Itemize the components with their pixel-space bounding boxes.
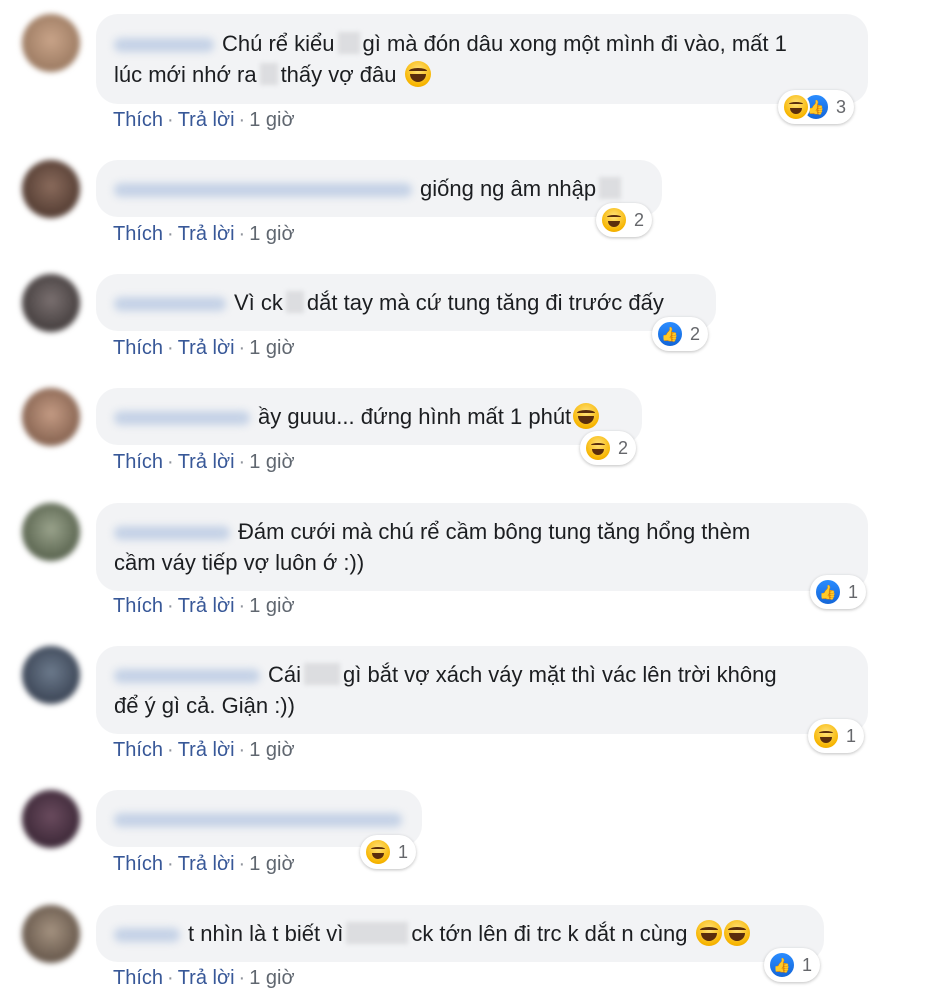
haha-icon [782,93,810,121]
reaction-summary[interactable]: 👍 2 [652,317,709,351]
timestamp[interactable]: 1 giờ [249,967,294,989]
reaction-summary[interactable]: 2 [580,431,637,465]
reply-link[interactable]: Trả lời [178,739,235,761]
timestamp[interactable]: 1 giờ [249,223,294,245]
comment-bubble: Vì ck dắt tay mà cứ tung tăng đi trước đấ… [96,274,716,331]
comment-text-line2: cầm váy tiếp vợ luôn ớ :)) [114,550,365,575]
reaction-count: 1 [398,841,409,862]
reply-link[interactable]: Trả lời [178,853,235,875]
timestamp[interactable]: 1 giờ [249,337,294,359]
timestamp[interactable]: 1 giờ [249,739,294,761]
reaction-summary[interactable]: 👍 3 [778,90,855,124]
reaction-count: 1 [802,954,813,975]
reply-link[interactable]: Trả lời [178,337,235,359]
timestamp[interactable]: 1 giờ [249,451,294,473]
avatar[interactable] [22,905,80,963]
reaction-count: 1 [846,725,857,746]
comment-text-line2: để ý gì cả. Giận :)) [114,693,295,718]
comment-bubble: Đám cưới mà chú rể cầm bông tung tăng hổ… [96,503,868,591]
comment-bubble: giống ng âm nhập [96,160,662,217]
haha-icon [364,838,392,866]
reply-link[interactable]: Trả lời [178,967,235,989]
like-icon: 👍 [814,578,842,606]
reply-link[interactable]: Trả lời [178,451,235,473]
commenter-name[interactable] [114,928,180,943]
commenter-name[interactable] [114,183,412,198]
blurred-word [337,32,360,54]
comment-bubble: t nhìn là t biết vì ck tớn lên đi trc k d… [96,905,824,962]
blurred-word [346,922,409,944]
avatar[interactable] [22,160,80,218]
laughing-emoji-icon [404,61,431,87]
haha-icon [600,206,628,234]
reply-link[interactable]: Trả lời [178,595,235,617]
like-icon: 👍 [656,320,684,348]
haha-icon [812,722,840,750]
comment-bubble: ầy guuu... đứng hình mất 1 phút [96,388,642,445]
comment-actions: Thích · Trả lời · 1 giờ [113,337,295,359]
avatar[interactable] [22,790,80,848]
timestamp[interactable]: 1 giờ [249,109,294,131]
like-link[interactable]: Thích [113,109,163,131]
comment-bubble: Chú rể kiểu gì mà đón dâu xong một mình đ… [96,14,868,104]
like-link[interactable]: Thích [113,595,163,617]
reaction-summary[interactable]: 1 [360,835,417,869]
reaction-count: 1 [848,581,859,602]
timestamp[interactable]: 1 giờ [249,853,294,875]
avatar[interactable] [22,14,80,72]
comment-actions: Thích · Trả lời · 1 giờ [113,451,295,473]
commenter-name[interactable] [114,38,214,53]
reaction-summary[interactable]: 👍 1 [764,948,821,982]
rolling-laughing-emoji-icon [573,403,600,429]
blurred-word [599,177,622,199]
commenter-name[interactable] [114,526,230,541]
reaction-summary[interactable]: 1 [808,719,865,753]
reaction-count: 2 [690,323,701,344]
laughing-emoji-icon [723,920,750,946]
comment-actions: Thích · Trả lời · 1 giờ [113,595,295,617]
blurred-word [304,663,341,685]
like-link[interactable]: Thích [113,223,163,245]
like-link[interactable]: Thích [113,967,163,989]
reaction-summary[interactable]: 2 [596,203,653,237]
blurred-word [259,63,278,85]
comment-actions: Thích · Trả lời · 1 giờ [113,739,295,761]
like-icon: 👍 [768,951,796,979]
timestamp[interactable]: 1 giờ [249,595,294,617]
laughing-emoji-icon [695,920,722,946]
reaction-count: 3 [836,96,847,117]
commenter-name[interactable] [114,411,250,426]
reaction-summary[interactable]: 👍 1 [810,575,867,609]
reaction-count: 2 [618,437,629,458]
avatar[interactable] [22,646,80,704]
comment-actions: Thích · Trả lời · 1 giờ [113,223,295,245]
haha-icon [584,434,612,462]
reaction-count: 2 [634,209,645,230]
like-link[interactable]: Thích [113,739,163,761]
commenter-name[interactable] [114,813,402,828]
commenter-name[interactable] [114,669,260,684]
comment-actions: Thích · Trả lời · 1 giờ [113,967,295,989]
avatar[interactable] [22,503,80,561]
comment-actions: Thích · Trả lời · 1 giờ [113,109,295,131]
comment-actions: Thích · Trả lời · 1 giờ [113,853,295,875]
like-link[interactable]: Thích [113,451,163,473]
like-link[interactable]: Thích [113,337,163,359]
reply-link[interactable]: Trả lời [178,223,235,245]
avatar[interactable] [22,274,80,332]
comment-bubble: Cái gì bắt vợ xách váy mặt thì vác lên tr… [96,646,868,734]
reply-link[interactable]: Trả lời [178,109,235,131]
avatar[interactable] [22,388,80,446]
commenter-name[interactable] [114,297,226,312]
like-link[interactable]: Thích [113,853,163,875]
blurred-word [285,291,304,313]
